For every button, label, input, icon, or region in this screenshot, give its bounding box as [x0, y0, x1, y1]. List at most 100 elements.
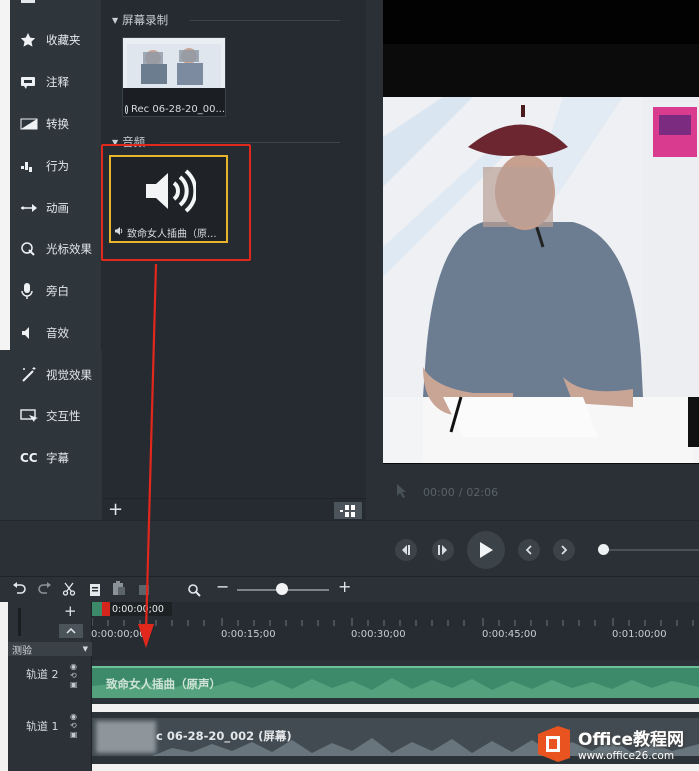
- scrub-track[interactable]: [604, 549, 699, 551]
- step-back-button[interactable]: [395, 539, 417, 561]
- sidebar-item-label: 字幕: [46, 451, 69, 465]
- star-icon: [20, 32, 46, 48]
- video-clip-title: c 06-28-20_002 (屏幕): [156, 729, 292, 743]
- canvas-time-total: 02:06: [466, 485, 499, 499]
- sidebar-item-animations[interactable]: 动画: [20, 195, 69, 221]
- media-icon: [20, 0, 46, 7]
- play-button[interactable]: [467, 531, 505, 569]
- canvas-letterbox: [383, 0, 699, 44]
- video-frame[interactable]: [383, 97, 699, 463]
- ruler-ticks: [92, 618, 694, 626]
- audio-clip[interactable]: 致命女人插曲（原声）: [92, 666, 699, 698]
- interactivity-icon: [20, 408, 46, 424]
- transition-icon: [20, 117, 46, 131]
- canvas-time-bar: 00:00 / 02:06: [383, 478, 699, 506]
- grid-view-icon: [340, 504, 355, 517]
- track-2-name[interactable]: 轨道 2: [26, 666, 59, 682]
- copy-icon[interactable]: [89, 582, 101, 601]
- cursor-tool-icon[interactable]: [395, 483, 409, 502]
- in-point-marker[interactable]: [92, 602, 102, 616]
- annotation-arrow: [138, 263, 158, 648]
- watermark-title: Office教程网: [578, 730, 685, 750]
- canvas-time-current: 00:00: [423, 485, 455, 499]
- cc-icon: CC: [20, 451, 38, 465]
- media-item-name: Rec 06-28-20_00...: [131, 104, 225, 115]
- zoom-slider-handle[interactable]: [276, 583, 288, 595]
- cursor-effect-icon: [20, 241, 46, 257]
- track-2-lane[interactable]: 致命女人插曲（原声）: [92, 660, 699, 704]
- sidebar-item-label: 光标效果: [46, 242, 92, 256]
- annotation-icon: [20, 74, 46, 90]
- quiz-track-row[interactable]: 测验 ▼: [8, 642, 92, 657]
- video-preview-image: [383, 97, 699, 463]
- sidebar-item-audio-effects[interactable]: 音效: [20, 320, 69, 346]
- zoom-out-button[interactable]: −: [216, 577, 229, 596]
- track-1-name[interactable]: 轨道 1: [26, 718, 59, 734]
- sidebar-item-label: 交互性: [46, 409, 81, 423]
- microphone-icon: [20, 282, 46, 300]
- chevron-right-icon: [561, 545, 568, 555]
- sidebar-item-label: 转换: [46, 117, 69, 131]
- timeline-ruler[interactable]: 0:00:00;00 0:00:15;00 0:00:30;00 0:00:45…: [91, 602, 699, 648]
- behavior-icon: [20, 158, 46, 174]
- sidebar-items: 收藏夹 注释 转换 行为 动画 光标效果 旁白 音效 视觉效果 交互性 CC 字…: [10, 0, 102, 520]
- sidebar-item-annotations[interactable]: 注释: [20, 69, 69, 95]
- sidebar-item-label: 行为: [46, 159, 69, 173]
- zoom-in-button[interactable]: +: [338, 577, 351, 596]
- sidebar-item-captions[interactable]: CC 字幕: [20, 445, 69, 471]
- sidebar-item-visual-effects[interactable]: 视觉效果: [20, 362, 92, 388]
- playback-controls: [0, 520, 699, 576]
- sidebar-item-label: 动画: [46, 201, 69, 215]
- quiz-track-label: 测验: [12, 645, 32, 657]
- divider: [190, 20, 340, 21]
- add-media-button[interactable]: +: [108, 499, 123, 521]
- audio-effect-icon: [20, 325, 46, 341]
- highlight-box: [101, 144, 251, 261]
- sidebar-item-label: 注释: [46, 75, 69, 89]
- paste-icon[interactable]: [112, 581, 126, 600]
- cut-icon[interactable]: [62, 581, 76, 600]
- recording-thumbnail: [123, 38, 225, 100]
- redo-icon[interactable]: [38, 581, 52, 600]
- track-1-controls[interactable]: ◉ ⟲ ▣: [70, 712, 78, 739]
- previous-marker-button[interactable]: [518, 539, 540, 561]
- step-back-icon: [402, 545, 410, 555]
- track-height-slider[interactable]: [18, 608, 21, 636]
- track-header-panel: + 测验 ▼ 轨道 2 ◉ ⟲ ▣ 轨道 1 ◉ ⟲ ▣: [8, 602, 92, 771]
- quiz-track-lane[interactable]: [92, 648, 699, 660]
- sidebar-item-behaviors[interactable]: 行为: [20, 153, 69, 179]
- chevron-up-icon: [66, 628, 76, 634]
- playhead-marker[interactable]: [102, 602, 110, 616]
- ruler-label: 0:01:00;00: [612, 629, 667, 640]
- office-logo-icon: [538, 725, 570, 762]
- sidebar-item-cursor-effects[interactable]: 光标效果: [20, 236, 92, 262]
- timeline-toolbar: − +: [0, 576, 699, 602]
- sidebar-item-transitions[interactable]: 转换: [20, 111, 69, 137]
- track-2-controls[interactable]: ◉ ⟲ ▣: [70, 662, 78, 689]
- step-forward-button[interactable]: [432, 539, 454, 561]
- play-icon: [480, 542, 493, 558]
- magic-wand-icon: [20, 366, 46, 384]
- add-track-button[interactable]: +: [64, 602, 77, 620]
- sidebar-item-interactivity[interactable]: 交互性: [20, 403, 81, 429]
- watermark: Office教程网 www.office26.com: [534, 716, 699, 771]
- ruler-label: 0:00:30;00: [351, 629, 406, 640]
- group-header-screen-recording[interactable]: ▼ 屏幕录制: [112, 12, 168, 28]
- audio-clip-title: 致命女人插曲（原声）: [106, 677, 221, 691]
- canvas-time-separator: /: [458, 485, 463, 499]
- undo-icon[interactable]: [12, 581, 26, 600]
- zoom-icon[interactable]: [187, 582, 201, 601]
- collapse-arrow-icon: ▼: [112, 15, 119, 25]
- collapse-tracks-button[interactable]: [59, 624, 83, 638]
- sidebar-item-label: 收藏夹: [46, 33, 81, 47]
- ruler-label: 0:00:15;00: [221, 629, 276, 640]
- video-clip-thumbnail: [96, 721, 156, 753]
- sidebar-item-favorites[interactable]: 收藏夹: [20, 27, 81, 53]
- media-item-label: Rec 06-28-20_00...: [125, 104, 225, 115]
- view-toggle-button[interactable]: [334, 502, 362, 519]
- sidebar-item-partial[interactable]: [20, 0, 46, 12]
- scrub-handle[interactable]: [598, 544, 609, 555]
- next-marker-button[interactable]: [553, 539, 575, 561]
- sidebar-item-voice-narration[interactable]: 旁白: [20, 278, 69, 304]
- media-item-screen-recording[interactable]: Rec 06-28-20_00...: [122, 37, 226, 117]
